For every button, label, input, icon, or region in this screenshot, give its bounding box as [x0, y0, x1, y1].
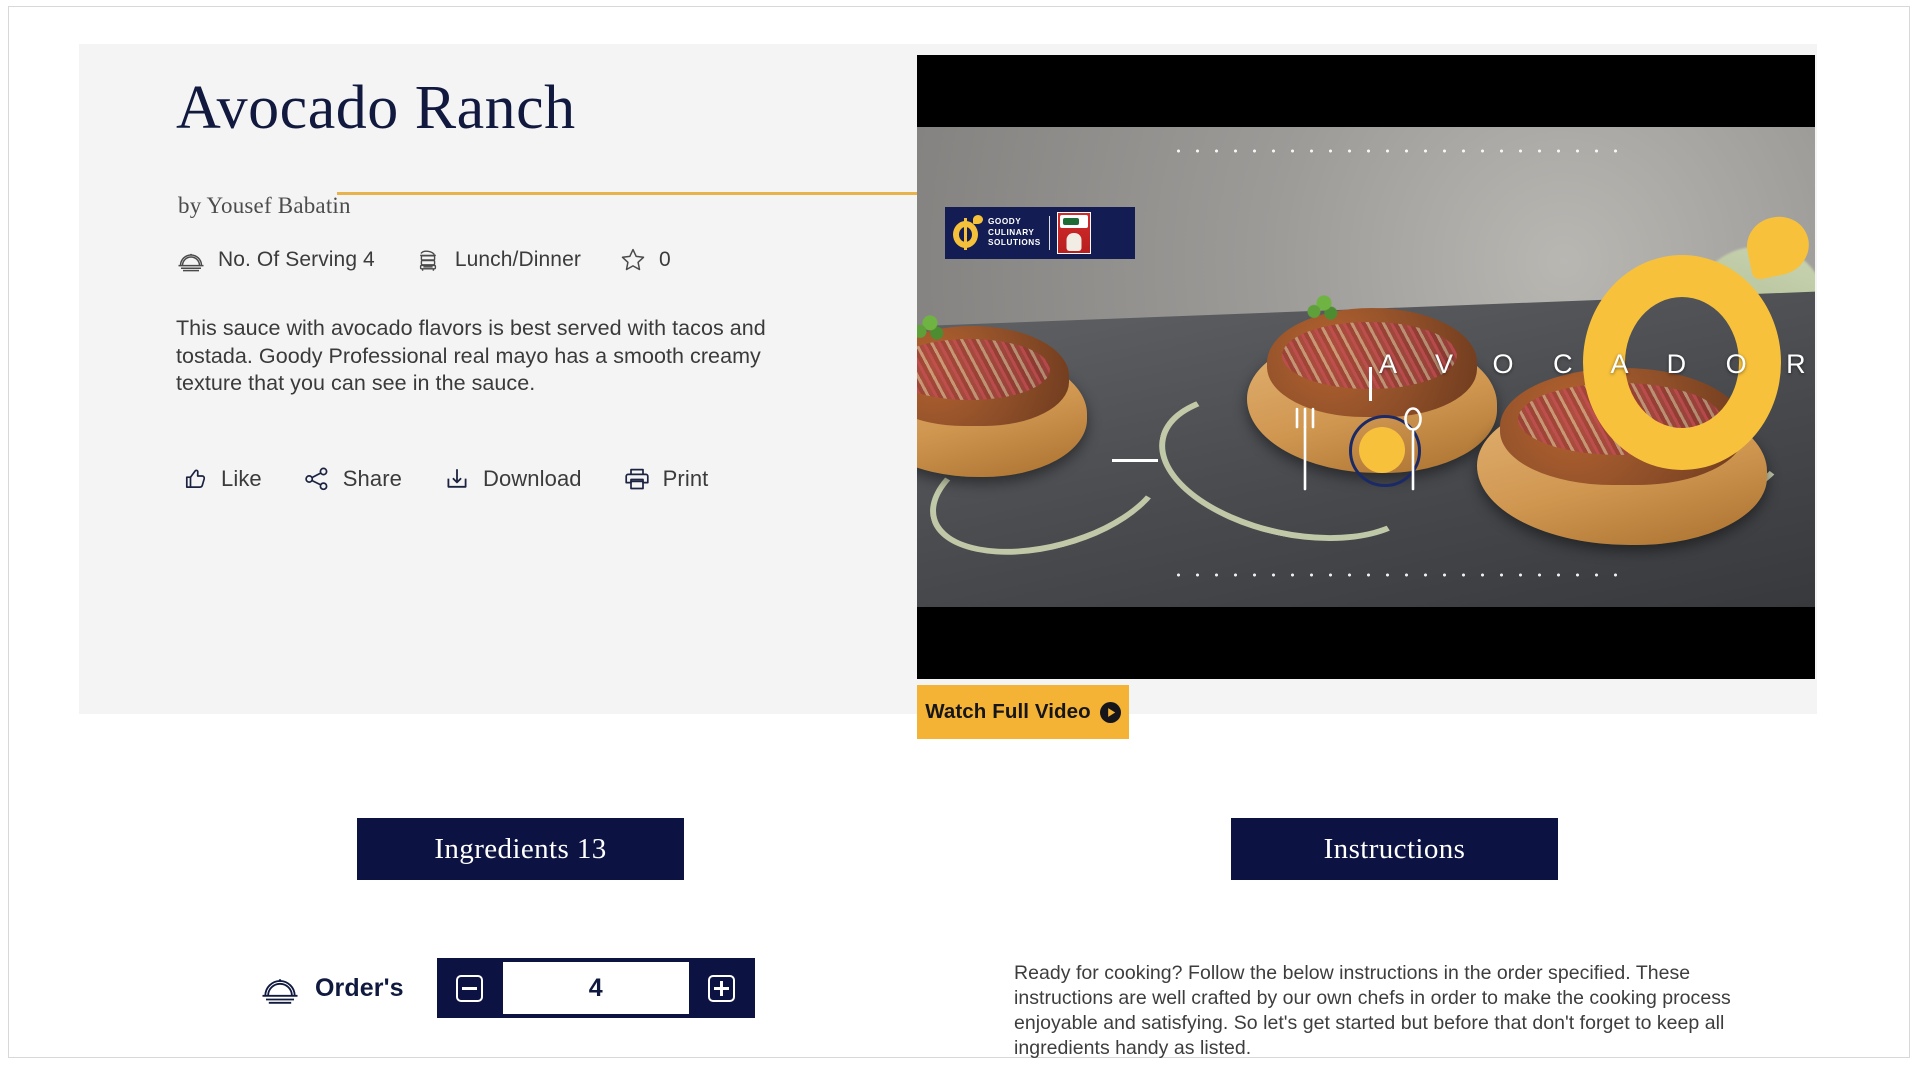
thumbs-up-icon: [180, 464, 210, 494]
like-label: Like: [221, 465, 262, 491]
download-button[interactable]: Download: [442, 464, 582, 494]
page-frame: Avocado Ranch by Yousef Babatin No. Of S…: [8, 6, 1910, 1059]
brand-line-1: GOODY: [988, 217, 1022, 227]
video-overlay-word: A V O C A D O R: [1379, 349, 1815, 379]
tab-instructions-label: Instructions: [1323, 832, 1466, 865]
download-label: Download: [482, 465, 582, 491]
like-button[interactable]: Like: [180, 464, 262, 494]
page-title: Avocado Ranch: [176, 74, 576, 142]
meta-rating[interactable]: 0: [619, 246, 671, 274]
brand-line-2: CULINARY: [988, 227, 1035, 237]
watch-full-video-label: Watch Full Video: [925, 700, 1091, 723]
quantity-stepper: 4: [436, 958, 755, 1018]
decor-tick: [1369, 367, 1372, 401]
tab-ingredients-label: Ingredients 13: [434, 832, 607, 865]
tab-instructions[interactable]: Instructions: [1231, 818, 1558, 880]
download-icon: [442, 464, 472, 494]
recipe-actions-row: Like Share Download Print: [180, 464, 916, 494]
dotted-rule-bottom: [1169, 573, 1629, 577]
recipe-meta-row: No. Of Serving 4 Lunch/Dinner 0: [176, 245, 916, 275]
recipe-info-panel: Avocado Ranch by Yousef Babatin No. Of S…: [176, 71, 916, 494]
decrement-button[interactable]: [436, 958, 503, 1018]
increment-button[interactable]: [688, 958, 755, 1018]
video-scene: A V O C A D O R GOODY CULINARY SOLUTIONS: [917, 127, 1815, 607]
printer-icon: [622, 464, 652, 494]
tab-ingredients[interactable]: Ingredients 13: [357, 818, 684, 880]
video-thumbnail[interactable]: A V O C A D O R GOODY CULINARY SOLUTIONS: [917, 55, 1815, 679]
quantity-value[interactable]: 4: [502, 962, 689, 1014]
goody-product-pack-icon: [1056, 212, 1091, 254]
meta-meal-type-label: Lunch/Dinner: [454, 248, 581, 271]
meta-rating-count: 0: [658, 248, 671, 271]
serving-dome-icon: [259, 967, 301, 1009]
steamer-pot-icon: [413, 245, 443, 275]
recipe-description: This sauce with avocado flavors is best …: [176, 316, 766, 395]
meta-meal-type: Lunch/Dinner: [413, 245, 581, 275]
goody-o-icon: [951, 215, 983, 251]
utensil-icons: [1285, 403, 1455, 499]
recipe-author: by Yousef Babatin: [178, 193, 351, 218]
minus-square-icon: [456, 974, 484, 1002]
order-quantity-row: Order's 4: [259, 958, 755, 1018]
serving-dome-icon: [176, 245, 206, 275]
recipe-hero-card: Avocado Ranch by Yousef Babatin No. Of S…: [79, 44, 1817, 739]
goody-logo-text: GOODY CULINARY SOLUTIONS: [988, 217, 1041, 248]
meta-servings: No. Of Serving 4: [176, 245, 375, 275]
dotted-rule-top: [1169, 149, 1629, 153]
print-button[interactable]: Print: [622, 464, 709, 494]
share-label: Share: [342, 465, 402, 491]
decor-dash: [1112, 459, 1158, 462]
share-button[interactable]: Share: [302, 464, 402, 494]
order-label: Order's: [315, 973, 404, 1002]
goody-culinary-logo: GOODY CULINARY SOLUTIONS: [945, 207, 1135, 259]
watch-full-video-button[interactable]: Watch Full Video: [917, 685, 1129, 739]
meta-servings-label: No. Of Serving 4: [218, 248, 375, 271]
print-label: Print: [662, 465, 709, 491]
play-circle-icon: [1099, 701, 1121, 723]
logo-divider: [1048, 216, 1050, 250]
brand-line-3: SOLUTIONS: [988, 238, 1041, 248]
recipe-video-region: A V O C A D O R GOODY CULINARY SOLUTIONS: [917, 55, 1815, 739]
instructions-body: Ready for cooking? Follow the below inst…: [1014, 961, 1731, 1059]
share-nodes-icon: [302, 464, 332, 494]
star-outline-icon[interactable]: [619, 246, 647, 274]
plus-square-icon: [708, 974, 736, 1002]
